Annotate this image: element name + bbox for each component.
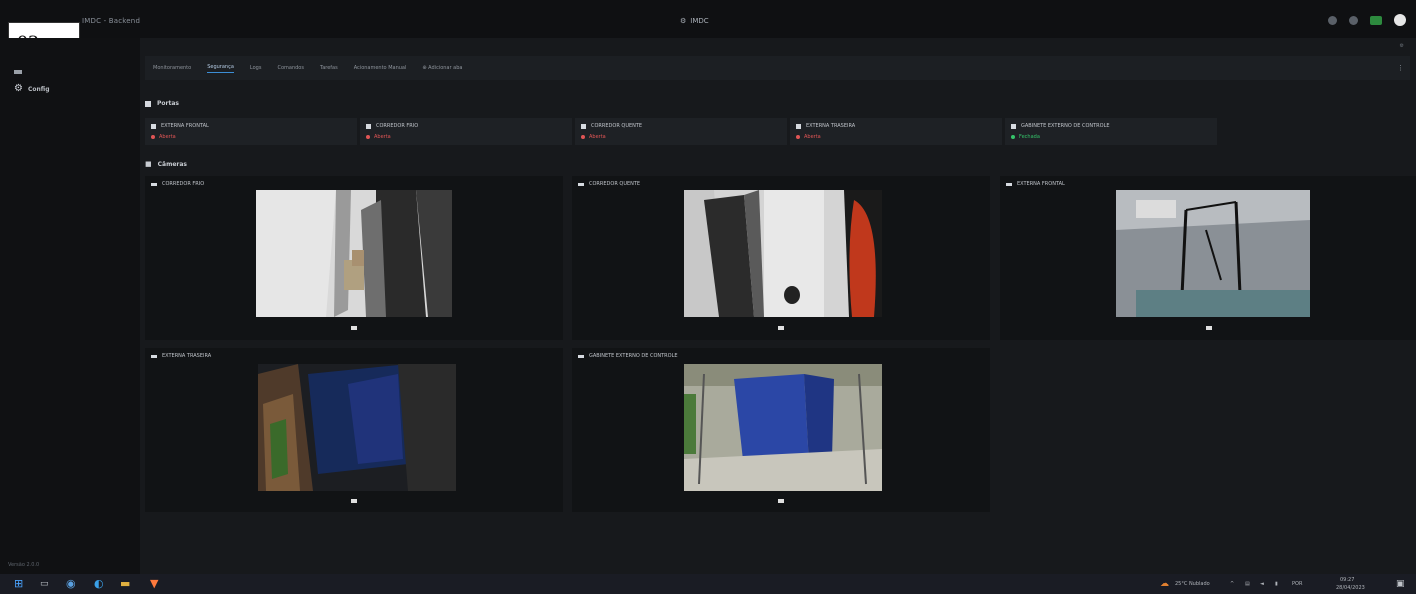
tab-bar: Monitoramento Segurança Logs Comandos Ta… bbox=[145, 56, 1410, 80]
camera-card[interactable]: EXTERNA TRASEIRA bbox=[145, 348, 563, 512]
tab-comandos[interactable]: Comandos bbox=[277, 65, 304, 71]
camera-icon bbox=[578, 354, 584, 358]
status-dot-icon bbox=[796, 135, 800, 139]
door-card[interactable]: CORREDOR QUENTE Aberta bbox=[575, 118, 787, 145]
settings-icon[interactable]: ⚙ bbox=[1400, 43, 1404, 49]
record-icon[interactable] bbox=[1328, 15, 1337, 25]
windows-start-icon[interactable]: ⊞ bbox=[14, 578, 23, 590]
tab-seguranca[interactable]: Segurança bbox=[207, 64, 234, 73]
status-badge: Aberta bbox=[374, 134, 391, 140]
camera-icon bbox=[1006, 182, 1012, 186]
chrome-icon[interactable]: ◉ bbox=[66, 578, 76, 590]
tab-tarefas[interactable]: Tarefas bbox=[320, 65, 338, 71]
camera-card[interactable]: CORREDOR FRIO bbox=[145, 176, 563, 340]
camera-control-icon[interactable] bbox=[778, 499, 784, 503]
sidebar-item-config[interactable]: Config bbox=[28, 86, 50, 93]
sidebar-marker bbox=[14, 70, 22, 74]
camera-control-icon[interactable] bbox=[351, 499, 357, 503]
status-badge: Aberta bbox=[804, 134, 821, 140]
status-icon[interactable] bbox=[1370, 15, 1382, 25]
volume-icon[interactable]: ◄ bbox=[1260, 581, 1264, 587]
app-logo-icon: ⚙ bbox=[680, 17, 687, 25]
status-dot-icon bbox=[1011, 135, 1015, 139]
tray-chevron-icon[interactable]: ^ bbox=[1230, 581, 1234, 587]
status-badge: Aberta bbox=[589, 134, 606, 140]
weather-icon[interactable]: ☁ bbox=[1160, 578, 1169, 590]
door-card[interactable]: EXTERNA FRONTAL Aberta bbox=[145, 118, 357, 145]
camera-control-icon[interactable] bbox=[351, 326, 357, 330]
door-section-icon bbox=[145, 100, 151, 107]
doors-section-title: Portas bbox=[145, 100, 179, 107]
door-card[interactable]: CORREDOR FRIO Aberta bbox=[360, 118, 572, 145]
status-dot-icon bbox=[366, 135, 370, 139]
notifications-icon[interactable]: ▣ bbox=[1396, 578, 1405, 590]
network-icon[interactable]: ▤ bbox=[1245, 581, 1250, 587]
status-dot-icon bbox=[151, 135, 155, 139]
task-view-icon[interactable]: ▭ bbox=[40, 578, 49, 590]
title-bar: IMDC - Backend ⚙ IMDC bbox=[0, 0, 1416, 38]
camera-control-icon[interactable] bbox=[1206, 326, 1212, 330]
clock-time[interactable]: 09:27 bbox=[1340, 577, 1354, 583]
door-card[interactable]: GABINETE EXTERNO DE CONTROLE Fechada bbox=[1005, 118, 1217, 145]
door-icon bbox=[366, 123, 371, 129]
camera-card[interactable]: EXTERNA FRONTAL bbox=[1000, 176, 1416, 340]
camera-card[interactable]: GABINETE EXTERNO DE CONTROLE bbox=[572, 348, 990, 512]
camera-icon: ■ bbox=[145, 160, 152, 168]
door-icon bbox=[1011, 123, 1016, 129]
refresh-icon[interactable] bbox=[1349, 15, 1358, 25]
door-icon bbox=[581, 123, 586, 129]
tab-logs[interactable]: Logs bbox=[250, 65, 262, 71]
language-indicator[interactable]: POR bbox=[1292, 581, 1302, 587]
door-icon bbox=[796, 123, 801, 129]
main-content: ⚙ Monitoramento Segurança Logs Comandos … bbox=[140, 38, 1416, 574]
camera-feed[interactable] bbox=[684, 364, 882, 491]
add-tab-button[interactable]: ⊕ Adicionar aba bbox=[422, 65, 462, 71]
version-label: Versão 2.0.0 bbox=[8, 562, 40, 568]
brave-icon[interactable]: ▼ bbox=[150, 578, 158, 590]
camera-feed[interactable] bbox=[258, 364, 456, 491]
camera-icon bbox=[151, 182, 157, 186]
tab-acionamento-manual[interactable]: Acionamento Manual bbox=[354, 65, 407, 71]
camera-icon bbox=[578, 182, 584, 186]
status-badge: Fechada bbox=[1019, 134, 1040, 140]
app-title: ⚙ IMDC bbox=[680, 17, 709, 25]
camera-feed[interactable] bbox=[1116, 190, 1310, 317]
add-icon: ⊕ bbox=[422, 65, 427, 71]
camera-feed[interactable] bbox=[684, 190, 882, 317]
tab-monitoramento[interactable]: Monitoramento bbox=[153, 65, 191, 71]
door-card[interactable]: EXTERNA TRASEIRA Aberta bbox=[790, 118, 1002, 145]
sidebar: ⚙ Config Versão 2.0.0 bbox=[0, 38, 140, 574]
cameras-section-title: ■ Câmeras bbox=[145, 160, 187, 168]
avatar[interactable] bbox=[1394, 14, 1406, 26]
more-options-icon[interactable]: ⋮ bbox=[1397, 64, 1404, 72]
weather-label[interactable]: 25°C Nublado bbox=[1175, 581, 1210, 587]
battery-icon[interactable]: ▮ bbox=[1275, 581, 1278, 587]
camera-icon bbox=[151, 354, 157, 358]
camera-feed[interactable] bbox=[256, 190, 452, 317]
file-explorer-icon[interactable]: ▬ bbox=[120, 578, 130, 590]
status-dot-icon bbox=[581, 135, 585, 139]
window-title: IMDC - Backend bbox=[82, 17, 141, 25]
gear-icon[interactable]: ⚙ bbox=[14, 83, 23, 94]
edge-icon[interactable]: ◐ bbox=[94, 578, 104, 590]
status-badge: Aberta bbox=[159, 134, 176, 140]
clock-date[interactable]: 28/04/2023 bbox=[1336, 585, 1365, 591]
camera-card[interactable]: CORREDOR QUENTE bbox=[572, 176, 990, 340]
camera-control-icon[interactable] bbox=[778, 326, 784, 330]
taskbar: ⊞ ▭ ◉ ◐ ▬ ▼ ☁ 25°C Nublado ^ ▤ ◄ ▮ POR 0… bbox=[0, 574, 1416, 594]
door-icon bbox=[151, 123, 156, 129]
